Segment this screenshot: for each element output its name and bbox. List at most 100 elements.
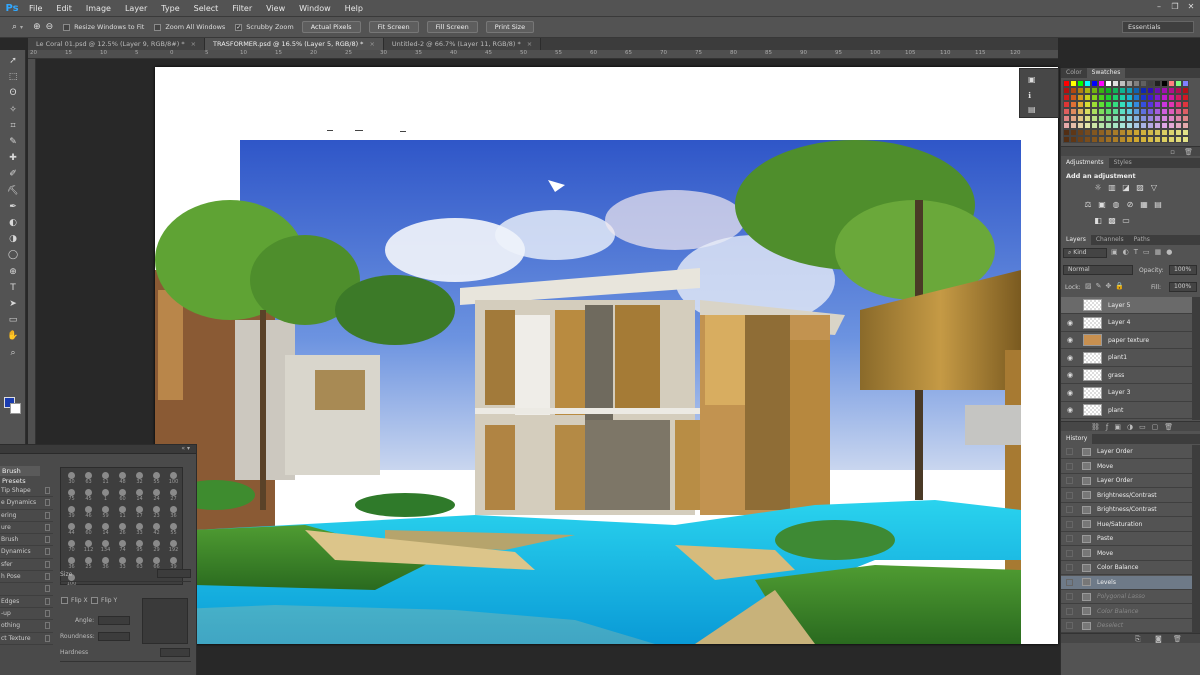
- tab-close-icon[interactable]: ×: [369, 40, 374, 48]
- roundness-field[interactable]: [98, 632, 130, 641]
- color-swatch[interactable]: [1168, 129, 1175, 136]
- color-swatch[interactable]: [1091, 122, 1098, 129]
- brush-tip-cell[interactable]: 42: [149, 523, 164, 538]
- color-swatch[interactable]: [1070, 129, 1077, 136]
- color-swatch[interactable]: [1119, 80, 1126, 87]
- color-swatch[interactable]: [1126, 136, 1133, 143]
- color-swatch[interactable]: [1070, 94, 1077, 101]
- brush-tip-cell[interactable]: 55: [166, 523, 181, 538]
- color-swatch[interactable]: [1140, 115, 1147, 122]
- hardness-slider[interactable]: [60, 661, 191, 662]
- eye-icon[interactable]: ◉: [1065, 319, 1075, 327]
- color-swatch[interactable]: [1077, 129, 1084, 136]
- brush-tool-icon[interactable]: ✐: [5, 167, 21, 181]
- color-swatch[interactable]: [1161, 101, 1168, 108]
- history-scrollbar[interactable]: [1192, 445, 1200, 634]
- color-swatch[interactable]: [1161, 129, 1168, 136]
- color-swatch[interactable]: [1063, 87, 1070, 94]
- color-swatch[interactable]: [1084, 94, 1091, 101]
- brush-tip-cell[interactable]: 63: [81, 472, 96, 487]
- color-swatch[interactable]: [1119, 115, 1126, 122]
- color-swatch[interactable]: [1161, 108, 1168, 115]
- color-swatch[interactable]: [1063, 136, 1070, 143]
- color-swatch[interactable]: [1119, 129, 1126, 136]
- color-swatch[interactable]: [1161, 136, 1168, 143]
- color-swatch[interactable]: [1182, 122, 1189, 129]
- fill-field[interactable]: 100%: [1169, 282, 1197, 292]
- brush-tip-cell[interactable]: 100: [166, 472, 181, 487]
- menu-select[interactable]: Select: [187, 4, 226, 13]
- color-swatch[interactable]: [1105, 94, 1112, 101]
- history-item[interactable]: Paste: [1061, 532, 1193, 547]
- color-swatch[interactable]: [1140, 122, 1147, 129]
- color-swatch[interactable]: [1182, 101, 1189, 108]
- document-tab[interactable]: Le Coral 01.psd @ 12.5% (Layer 9, RGB/8#…: [28, 38, 206, 50]
- color-swatch[interactable]: [1105, 115, 1112, 122]
- layer-row[interactable]: ◉ Layer 4: [1061, 315, 1193, 332]
- adjustment-icon[interactable]: ▽: [1149, 183, 1159, 192]
- brush-tip-cell[interactable]: 55: [149, 472, 164, 487]
- color-swatch[interactable]: [1182, 136, 1189, 143]
- color-swatch[interactable]: [1070, 101, 1077, 108]
- magic-wand-tool-icon[interactable]: ✧: [5, 103, 21, 117]
- history-item[interactable]: Color Balance: [1061, 605, 1193, 619]
- trash-icon[interactable]: 🗑: [1173, 635, 1182, 643]
- color-swatch[interactable]: [1182, 108, 1189, 115]
- history-item[interactable]: Polygonal Lasso: [1061, 590, 1193, 605]
- tab-color[interactable]: Color: [1061, 68, 1087, 78]
- color-swatch[interactable]: [1105, 101, 1112, 108]
- print-size-button[interactable]: Print Size: [485, 21, 535, 33]
- color-swatch[interactable]: [1133, 94, 1140, 101]
- color-swatch[interactable]: [1154, 101, 1161, 108]
- color-swatch[interactable]: [1084, 129, 1091, 136]
- properties-panel-icon[interactable]: ▤: [1028, 105, 1040, 115]
- move-tool-icon[interactable]: ➚: [5, 54, 21, 68]
- brush-tip-cell[interactable]: 36: [64, 557, 79, 572]
- color-swatch[interactable]: [1154, 115, 1161, 122]
- brush-setting-item[interactable]: sfer: [0, 559, 53, 572]
- kind-filter-select[interactable]: ⌕ Kind: [1063, 248, 1107, 258]
- brush-setting-item[interactable]: [0, 583, 53, 596]
- adjustment-icon[interactable]: ▣: [1097, 200, 1107, 209]
- type-tool-icon[interactable]: T: [5, 281, 21, 295]
- brush-tip-cell[interactable]: 17: [132, 506, 147, 521]
- tab-paths[interactable]: Paths: [1129, 235, 1155, 245]
- resize-windows-checkbox[interactable]: Resize Windows to Fit: [63, 23, 144, 31]
- path-selection-tool-icon[interactable]: ➤: [5, 297, 21, 311]
- color-swatch[interactable]: [1168, 115, 1175, 122]
- scrubby-zoom-checkbox[interactable]: ✓ Scrubby Zoom: [235, 23, 294, 31]
- color-swatch[interactable]: [1147, 129, 1154, 136]
- history-source-checkbox[interactable]: [1066, 564, 1073, 572]
- adjustment-icon[interactable]: ▤: [1153, 200, 1163, 209]
- brush-tip-grid[interactable]: 30 63 11 48 32 55 100 75 45 1 60 14 24 27 39 46 59 11 17 23…: [60, 467, 183, 587]
- color-swatch[interactable]: [1084, 87, 1091, 94]
- menu-file[interactable]: File: [22, 4, 49, 13]
- brush-tip-cell[interactable]: 46: [81, 506, 96, 521]
- brush-tip-cell[interactable]: 192: [166, 540, 181, 555]
- flip-x-checkbox[interactable]: [61, 597, 68, 604]
- history-item[interactable]: Brightness/Contrast: [1061, 489, 1193, 503]
- history-item[interactable]: Color Balance: [1061, 561, 1193, 576]
- color-swatch[interactable]: [1084, 80, 1091, 87]
- zoom-in-icon[interactable]: ⊕: [33, 22, 41, 32]
- marquee-tool-icon[interactable]: ⬚: [5, 70, 21, 84]
- color-swatch[interactable]: [1119, 94, 1126, 101]
- swatches-grid[interactable]: [1063, 80, 1189, 143]
- healing-tool-icon[interactable]: ✚: [5, 151, 21, 165]
- color-swatch[interactable]: [1119, 108, 1126, 115]
- lock-icon[interactable]: [45, 634, 50, 642]
- document-tab[interactable]: Untitled-2 @ 66.7% (Layer 11, RGB/8) * ×: [383, 38, 542, 50]
- color-swatch[interactable]: [1119, 87, 1126, 94]
- layers-scrollbar[interactable]: [1192, 297, 1200, 420]
- blur-tool-icon[interactable]: ◯: [5, 248, 21, 262]
- color-swatch[interactable]: [1084, 136, 1091, 143]
- color-swatch[interactable]: [1105, 108, 1112, 115]
- brush-tip-cell[interactable]: 112: [81, 540, 96, 555]
- new-swatch-icon[interactable]: ▫: [1170, 148, 1175, 156]
- color-swatch[interactable]: [1126, 101, 1133, 108]
- history-source-checkbox[interactable]: [1066, 549, 1073, 557]
- color-swatch[interactable]: [1147, 80, 1154, 87]
- angle-field[interactable]: [98, 616, 130, 625]
- adjustment-icon[interactable]: ▭: [1121, 216, 1131, 225]
- actual-pixels-button[interactable]: Actual Pixels: [301, 21, 361, 33]
